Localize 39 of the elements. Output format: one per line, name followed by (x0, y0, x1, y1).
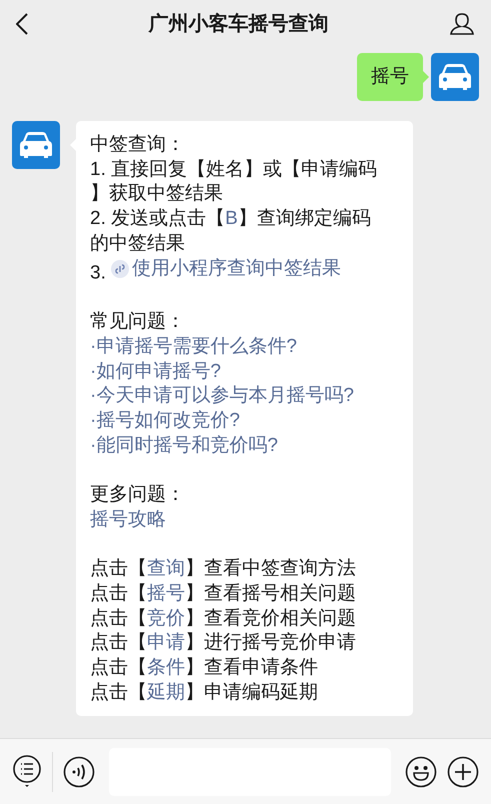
menu-icon[interactable] (12, 754, 42, 788)
keyword-link[interactable]: ·能同时摇号和竞价吗? (90, 434, 278, 458)
message-line: 常见问题： (90, 310, 186, 334)
keyword-link[interactable]: 摇号 (147, 582, 185, 607)
message-line: 3. 使用小程序查询中签结果 (90, 256, 342, 285)
voice-icon[interactable] (63, 756, 95, 788)
message-line: 点击【延期】申请编码延期 (90, 680, 401, 706)
keyword-link[interactable]: ·摇号如何改竞价? (90, 409, 240, 434)
keyword-link[interactable]: 摇号攻略 (90, 508, 166, 533)
message-line: 中签查询： (90, 133, 186, 157)
window-title: 广州小客车摇号查询 (148, 12, 328, 37)
keyword-link[interactable]: 使用小程序查询中签结果 (111, 256, 342, 282)
message-line: 点击【竞价】查看竞价相关问题 (90, 606, 401, 632)
message-line: 2. 发送或点击【B】查询绑定编码 (90, 207, 401, 232)
add-icon[interactable] (447, 756, 479, 788)
message-line: 】获取中签结果 (90, 182, 224, 206)
emoji-icon[interactable] (405, 756, 437, 788)
car-avatar-icon (12, 121, 60, 169)
message-line: 点击【摇号】查看摇号相关问题 (90, 582, 401, 607)
message-line: 更多问题： (90, 483, 186, 508)
message-line: 的中签结果 (90, 232, 186, 256)
keyword-link[interactable]: 竞价 (147, 606, 185, 632)
keyword-link[interactable]: ·申请摇号需要什么条件? (90, 334, 297, 360)
keyword-link[interactable]: 申请 (147, 631, 185, 656)
message-line: 点击【申请】进行摇号竞价申请 (90, 631, 401, 656)
keyword-link[interactable]: B (225, 207, 238, 232)
keyword-link[interactable]: ·今天申请可以参与本月摇号吗? (90, 384, 354, 410)
message-line: 点击【查询】查看中签查询方法 (90, 557, 401, 582)
keyword-link[interactable]: ·如何申请摇号? (90, 360, 221, 384)
keyword-link[interactable]: 条件 (147, 656, 185, 681)
message-line: 点击【条件】查看申请条件 (90, 656, 401, 681)
message-line: 1. 直接回复【姓名】或【申请编码 (90, 158, 378, 182)
back-icon[interactable] (16, 13, 28, 35)
keyword-link[interactable]: 查询 (147, 557, 185, 582)
person-icon[interactable] (449, 12, 475, 36)
keyword-link[interactable]: 延期 (147, 680, 185, 706)
message-text: 摇号 (371, 64, 409, 89)
link-icon (111, 260, 130, 278)
car-avatar-icon (431, 53, 479, 101)
